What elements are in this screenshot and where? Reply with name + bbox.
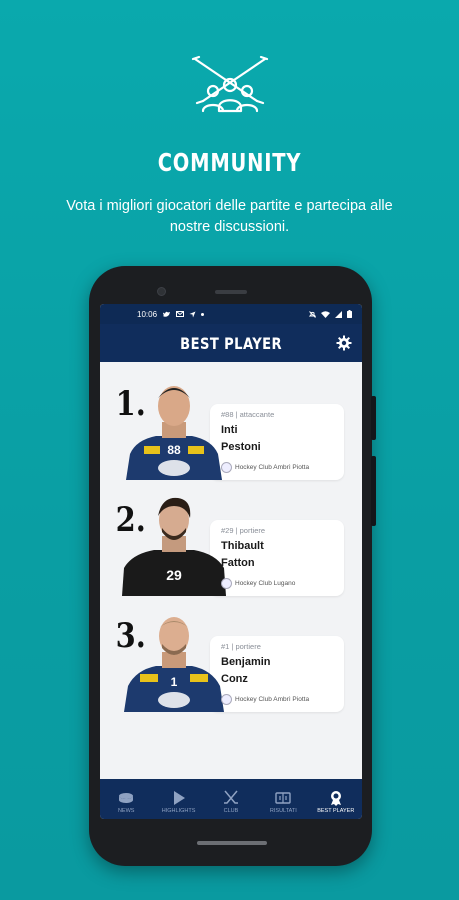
- bottom-nav: NEWS HIGHLIGHTS CLUB RISULTATI BEST PLAY…: [100, 779, 362, 819]
- gear-icon[interactable]: [336, 335, 352, 351]
- nav-best-player[interactable]: BEST PLAYER: [310, 790, 362, 814]
- player-card[interactable]: 1 3. #1 | portiere Benjamin Conz Hockey …: [110, 616, 344, 712]
- hero-title: COMMUNITY: [157, 148, 302, 177]
- player-position: #1 | portiere: [221, 642, 261, 651]
- club-name: Hockey Club Lugano: [235, 580, 296, 587]
- club-row: Hockey Club Ambrì Piotta: [221, 694, 309, 705]
- player-card[interactable]: 29 2. #29 | portiere Thibault Fatton Hoc…: [110, 497, 344, 596]
- player-first-name: Inti: [221, 424, 238, 436]
- nav-label: RISULTATI: [269, 808, 297, 814]
- volume-button: [371, 456, 376, 526]
- mail-icon: [176, 311, 185, 317]
- club-logo-icon: [221, 462, 232, 473]
- phone-frame: 10:06 BEST PLAYER 88 1. #88 | attaccante…: [89, 266, 376, 866]
- status-bar: 10:06: [100, 304, 362, 324]
- wifi-icon: [321, 310, 330, 318]
- app-bar: BEST PLAYER: [100, 324, 362, 362]
- club-row: Hockey Club Ambrì Piotta: [221, 462, 309, 473]
- rank-number: 3.: [115, 616, 146, 656]
- twitter-icon: [163, 311, 171, 317]
- notification-icons: [163, 311, 205, 318]
- nav-label: HIGHLIGHTS: [161, 808, 196, 814]
- club-logo-icon: [221, 694, 232, 705]
- power-button: [371, 396, 376, 440]
- player-first-name: Benjamin: [221, 656, 271, 668]
- hero-subtitle: Vota i migliori giocatori delle partite …: [66, 198, 393, 235]
- player-name: Benjamin Conz: [221, 654, 271, 688]
- status-time: 10:06: [137, 309, 158, 319]
- medal-icon: [330, 791, 341, 806]
- nav-label: CLUB: [223, 808, 239, 814]
- best-player-list: 88 1. #88 | attaccante Inti Pestoni Hock…: [100, 362, 362, 779]
- player-last-name: Conz: [221, 673, 248, 685]
- front-camera: [157, 287, 166, 296]
- play-icon: [173, 791, 185, 805]
- player-position: #88 | attaccante: [221, 410, 275, 419]
- nav-highlights[interactable]: HIGHLIGHTS: [153, 790, 205, 814]
- club-row: Hockey Club Lugano: [221, 578, 295, 589]
- player-position: #29 | portiere: [221, 526, 266, 535]
- player-card[interactable]: 88 1. #88 | attaccante Inti Pestoni Hock…: [110, 384, 344, 480]
- jersey-number: 29: [166, 567, 182, 583]
- scoreboard-icon: [275, 792, 292, 804]
- rank-number: 2.: [115, 500, 146, 540]
- crossed-sticks-icon: [223, 790, 238, 804]
- signal-icon: [335, 310, 342, 318]
- player-name: Inti Pestoni: [221, 422, 261, 456]
- page-title: BEST PLAYER: [180, 333, 282, 353]
- earpiece-speaker: [215, 290, 247, 294]
- location-icon: [189, 311, 196, 317]
- club-name: Hockey Club Ambrì Piotta: [235, 696, 310, 703]
- nav-label: BEST PLAYER: [317, 808, 355, 814]
- rank-number: 1.: [115, 384, 146, 424]
- home-indicator: [197, 841, 267, 845]
- player-last-name: Fatton: [221, 557, 255, 569]
- app-screen: 10:06 BEST PLAYER 88 1. #88 | attaccante…: [100, 304, 362, 819]
- jersey-number: 1: [171, 675, 178, 689]
- player-first-name: Thibault: [221, 540, 264, 552]
- puck-icon: [119, 793, 134, 803]
- club-name: Hockey Club Ambrì Piotta: [235, 464, 310, 471]
- community-hockey-icon: [191, 55, 269, 113]
- nav-label: NEWS: [117, 808, 135, 814]
- nav-news[interactable]: NEWS: [100, 790, 152, 814]
- nav-club[interactable]: CLUB: [205, 790, 257, 814]
- jersey-number: 88: [167, 443, 181, 457]
- dot-icon: [201, 312, 205, 316]
- nav-results[interactable]: RISULTATI: [257, 790, 309, 814]
- battery-icon: [347, 310, 352, 318]
- mute-icon: [309, 310, 316, 318]
- club-logo-icon: [221, 578, 232, 589]
- system-icons: [309, 310, 352, 318]
- player-name: Thibault Fatton: [221, 538, 264, 572]
- player-last-name: Pestoni: [221, 441, 261, 453]
